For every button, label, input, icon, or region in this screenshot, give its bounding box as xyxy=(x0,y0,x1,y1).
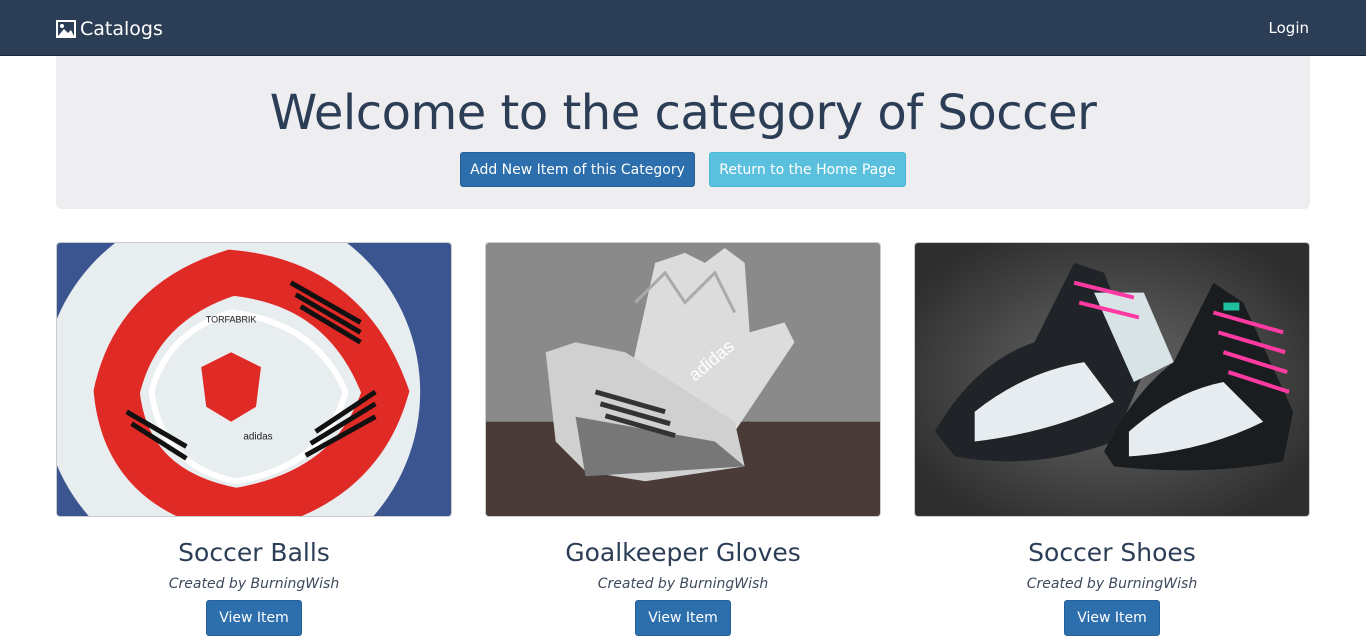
page-title: Welcome to the category of Soccer xyxy=(269,85,1097,141)
picture-icon xyxy=(56,20,76,38)
view-item-button[interactable]: View Item xyxy=(1064,600,1160,636)
item-author: Created by BurningWish xyxy=(168,576,340,592)
item-title: Soccer Shoes xyxy=(1028,538,1196,567)
svg-text:adidas: adidas xyxy=(243,432,272,443)
top-navbar: Catalogs Login xyxy=(0,0,1366,56)
soccer-ball-photo[interactable]: TORFABRIK adidas xyxy=(56,242,452,517)
item-author: Created by BurningWish xyxy=(597,576,769,592)
goalkeeper-gloves-photo[interactable]: adidas xyxy=(485,242,881,517)
category-jumbotron: Welcome to the category of Soccer Add Ne… xyxy=(56,56,1310,209)
login-link[interactable]: Login xyxy=(1269,19,1309,37)
svg-text:TORFABRIK: TORFABRIK xyxy=(206,314,257,324)
brand-link[interactable]: Catalogs xyxy=(56,17,163,41)
add-item-button[interactable]: Add New Item of this Category xyxy=(460,152,695,187)
item-title: Soccer Balls xyxy=(178,538,330,567)
soccer-shoes-photo[interactable] xyxy=(914,242,1310,517)
return-home-button[interactable]: Return to the Home Page xyxy=(709,152,906,187)
view-item-button[interactable]: View Item xyxy=(206,600,302,636)
view-item-button[interactable]: View Item xyxy=(635,600,731,636)
item-title: Goalkeeper Gloves xyxy=(565,538,801,567)
brand-label: Catalogs xyxy=(80,18,163,40)
item-author: Created by BurningWish xyxy=(1026,576,1198,592)
